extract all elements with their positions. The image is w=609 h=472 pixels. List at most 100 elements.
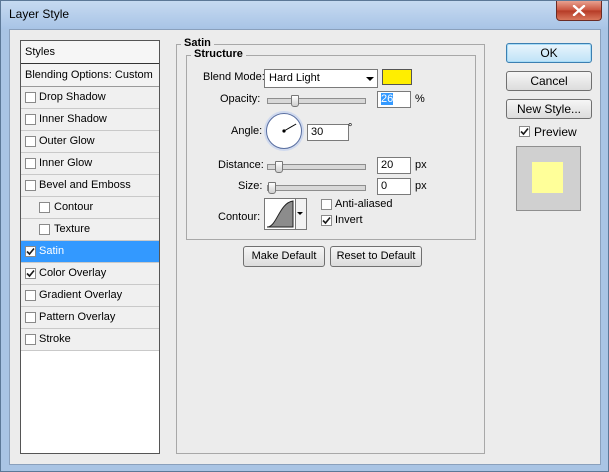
preview-swatch	[532, 162, 563, 193]
title-bar: Layer Style	[1, 1, 608, 29]
cancel-label: Cancel	[530, 74, 568, 88]
distance-input[interactable]: 20	[377, 157, 411, 174]
angle-dial-icon	[282, 123, 297, 133]
opacity-unit: %	[415, 93, 425, 105]
style-item-color-overlay[interactable]: Color Overlay	[21, 263, 159, 285]
styles-list: Styles Blending Options: Custom Drop Sha…	[20, 40, 160, 454]
distance-label: Distance:	[218, 159, 264, 171]
invert-label: Invert	[335, 214, 363, 226]
style-checkbox[interactable]	[25, 92, 36, 103]
chevron-down-icon	[366, 77, 374, 81]
opacity-label: Opacity:	[220, 93, 261, 105]
style-item-label: Inner Glow	[39, 157, 93, 169]
ok-label: OK	[540, 46, 558, 60]
style-checkbox[interactable]	[25, 158, 36, 169]
size-unit: px	[415, 180, 427, 192]
style-item-inner-shadow[interactable]: Inner Shadow	[21, 109, 159, 131]
blending-options-item[interactable]: Blending Options: Custom	[21, 64, 159, 87]
style-checkbox[interactable]	[25, 136, 36, 147]
structure-title: Structure	[191, 48, 246, 60]
style-item-drop-shadow[interactable]: Drop Shadow	[21, 87, 159, 109]
checkmark-icon	[26, 247, 35, 256]
style-item-label: Satin	[39, 245, 65, 257]
size-label: Size:	[238, 180, 263, 192]
make-default-button[interactable]: Make Default	[243, 246, 325, 267]
cancel-button[interactable]: Cancel	[506, 71, 592, 91]
window-title: Layer Style	[9, 7, 70, 21]
style-item-stroke[interactable]: Stroke	[21, 329, 159, 351]
checkmark-icon	[322, 216, 331, 225]
anti-aliased-checkbox[interactable]	[321, 199, 332, 210]
reset-to-default-button[interactable]: Reset to Default	[330, 246, 422, 267]
style-checkbox[interactable]	[25, 268, 36, 279]
style-preview	[516, 146, 581, 211]
size-value: 0	[381, 180, 388, 192]
style-item-outer-glow[interactable]: Outer Glow	[21, 131, 159, 153]
style-item-pattern-overlay[interactable]: Pattern Overlay	[21, 307, 159, 329]
style-item-label: Drop Shadow	[39, 91, 106, 103]
blend-color-swatch[interactable]	[382, 69, 412, 85]
style-checkbox[interactable]	[39, 224, 50, 235]
invert-checkbox[interactable]	[321, 215, 332, 226]
close-icon	[572, 5, 586, 16]
structure-group: Structure Blend Mode: Hard Light Opacity…	[186, 48, 476, 240]
angle-label: Angle:	[231, 125, 263, 137]
style-item-inner-glow[interactable]: Inner Glow	[21, 153, 159, 175]
new-style-label: New Style...	[516, 102, 582, 116]
close-button[interactable]	[556, 1, 602, 21]
opacity-slider[interactable]	[267, 95, 366, 107]
angle-dial[interactable]	[266, 113, 302, 149]
style-checkbox[interactable]	[25, 180, 36, 191]
style-item-label: Gradient Overlay	[39, 289, 123, 301]
new-style-button[interactable]: New Style...	[506, 99, 592, 119]
checkmark-icon	[520, 127, 529, 136]
contour-label: Contour:	[218, 211, 261, 223]
size-slider-thumb[interactable]	[268, 182, 276, 194]
size-slider[interactable]	[267, 182, 366, 194]
style-item-label: Pattern Overlay	[39, 311, 116, 323]
styles-header[interactable]: Styles	[21, 41, 159, 64]
make-default-label: Make Default	[251, 250, 317, 262]
blend-mode-label: Blend Mode:	[203, 71, 265, 83]
anti-aliased-label: Anti-aliased	[335, 198, 393, 210]
style-checkbox[interactable]	[25, 334, 36, 345]
style-item-label: Bevel and Emboss	[39, 179, 131, 191]
style-checkbox[interactable]	[25, 114, 36, 125]
preview-checkbox[interactable]	[519, 126, 530, 137]
style-item-label: Outer Glow	[39, 135, 95, 147]
opacity-slider-thumb[interactable]	[291, 95, 299, 107]
angle-input[interactable]: 30	[307, 124, 349, 141]
opacity-value: 26	[381, 93, 394, 105]
ok-button[interactable]: OK	[506, 43, 592, 63]
dialog-body: Styles Blending Options: Custom Drop Sha…	[9, 29, 601, 465]
layer-style-dialog: Layer Style Styles Blending Options: Cus…	[0, 0, 609, 472]
distance-unit: px	[415, 159, 427, 171]
distance-slider[interactable]	[267, 161, 366, 173]
style-checkbox[interactable]	[25, 312, 36, 323]
distance-value: 20	[381, 159, 394, 171]
satin-group: Satin Structure Blend Mode: Hard Light O…	[176, 37, 485, 454]
chevron-down-icon	[297, 212, 303, 215]
style-item-bevel-and-emboss[interactable]: Bevel and Emboss	[21, 175, 159, 197]
blend-mode-select[interactable]: Hard Light	[264, 69, 378, 88]
angle-unit: °	[348, 122, 353, 134]
checkmark-icon	[26, 269, 35, 278]
style-item-label: Stroke	[39, 333, 71, 345]
style-item-satin[interactable]: Satin	[21, 241, 159, 263]
contour-picker[interactable]	[264, 198, 296, 230]
style-item-contour[interactable]: Contour	[21, 197, 159, 219]
style-item-texture[interactable]: Texture	[21, 219, 159, 241]
style-item-label: Inner Shadow	[39, 113, 107, 125]
distance-slider-thumb[interactable]	[275, 161, 283, 173]
style-checkbox[interactable]	[25, 290, 36, 301]
preview-label: Preview	[534, 125, 577, 139]
style-checkbox[interactable]	[39, 202, 50, 213]
size-input[interactable]: 0	[377, 178, 411, 195]
opacity-input[interactable]: 26	[377, 91, 411, 108]
contour-dropdown-button[interactable]	[295, 198, 307, 230]
style-item-label: Contour	[54, 201, 94, 213]
blend-mode-value: Hard Light	[269, 72, 320, 84]
style-item-gradient-overlay[interactable]: Gradient Overlay	[21, 285, 159, 307]
reset-to-default-label: Reset to Default	[336, 250, 416, 262]
style-checkbox[interactable]	[25, 246, 36, 257]
